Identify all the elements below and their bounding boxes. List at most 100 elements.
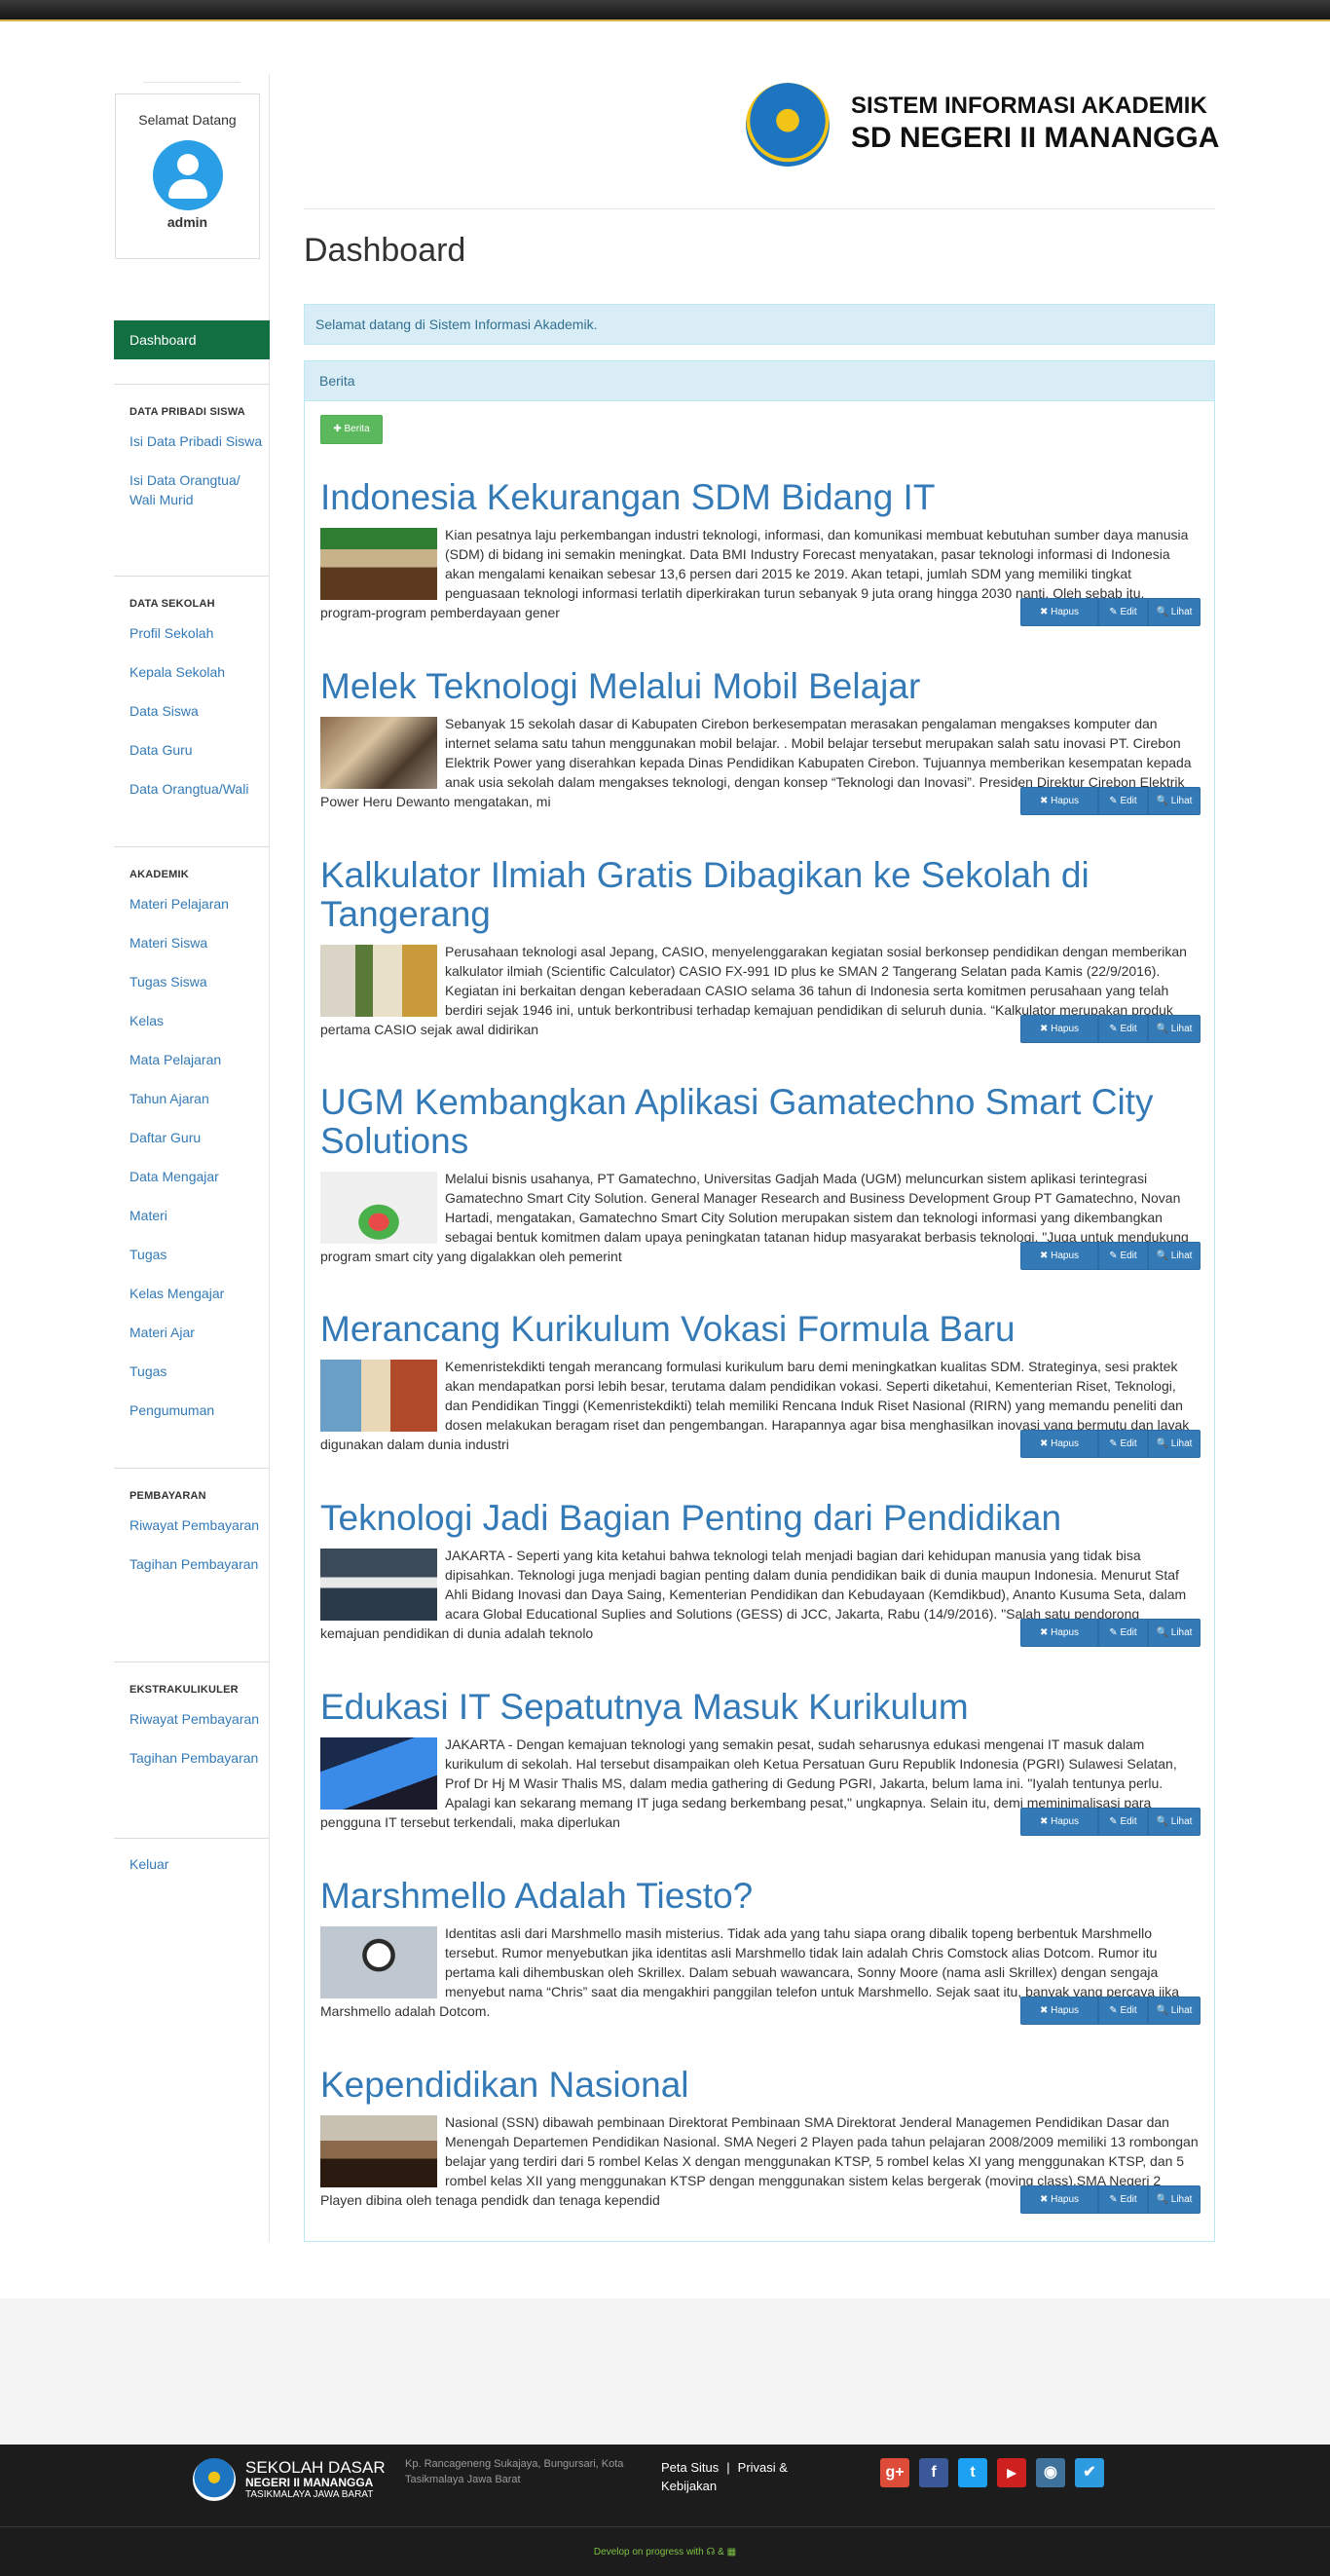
view-button[interactable]: 🔍 Lihat: [1148, 1997, 1201, 2025]
edit-button[interactable]: ✎ Edit: [1098, 1015, 1148, 1043]
sidebar-item-riwayat-pembayaran[interactable]: Riwayat Pembayaran: [114, 1515, 270, 1535]
sidebar-item-tagihan-pembayaran[interactable]: Tagihan Pembayaran: [114, 1554, 270, 1574]
sidebar-item-keluar[interactable]: Keluar: [114, 1854, 270, 1874]
view-button[interactable]: 🔍 Lihat: [1148, 2185, 1201, 2214]
sidebar-item-materi-pelajaran[interactable]: Materi Pelajaran: [114, 894, 270, 914]
news-item: Edukasi IT Sepatutnya Masuk Kurikulum JA…: [320, 1688, 1201, 1836]
delete-button[interactable]: ✖ Hapus: [1020, 1430, 1098, 1458]
sidebar-item-materi[interactable]: Materi: [114, 1206, 270, 1225]
sidebar-item-tugas[interactable]: Tugas: [114, 1245, 270, 1264]
sidebar-item-tugas-2[interactable]: Tugas: [114, 1362, 270, 1381]
edit-button[interactable]: ✎ Edit: [1098, 787, 1148, 815]
view-button[interactable]: 🔍 Lihat: [1148, 787, 1201, 815]
view-button[interactable]: 🔍 Lihat: [1148, 1015, 1201, 1043]
edit-button[interactable]: ✎ Edit: [1098, 1808, 1148, 1836]
sidebar-heading: AKADEMIK: [129, 869, 189, 880]
sidebar-item-kelas-mengajar[interactable]: Kelas Mengajar: [114, 1284, 270, 1303]
social-links: g+ f t ▶ ◉ ✔: [880, 2458, 1114, 2487]
news-item: UGM Kembangkan Aplikasi Gamatechno Smart…: [320, 1083, 1201, 1270]
edit-button[interactable]: ✎ Edit: [1098, 1430, 1148, 1458]
news-title[interactable]: Kependidikan Nasional: [320, 2066, 1201, 2105]
footer-divider: [0, 2526, 1330, 2527]
news-thumbnail: [320, 2115, 437, 2187]
edit-button[interactable]: ✎ Edit: [1098, 1619, 1148, 1647]
news-thumbnail: [320, 1360, 437, 1432]
footer-link-sitemap[interactable]: Peta Situs: [661, 2460, 719, 2475]
news-thumbnail: [320, 528, 437, 600]
news-actions: ✖ Hapus ✎ Edit 🔍 Lihat: [1020, 1242, 1201, 1270]
view-button[interactable]: 🔍 Lihat: [1148, 1619, 1201, 1647]
view-button[interactable]: 🔍 Lihat: [1148, 1242, 1201, 1270]
sidebar-item-kelas[interactable]: Kelas: [114, 1011, 270, 1030]
sidebar-item-materi-ajar[interactable]: Materi Ajar: [114, 1323, 270, 1342]
news-title[interactable]: UGM Kembangkan Aplikasi Gamatechno Smart…: [320, 1083, 1201, 1161]
news-actions: ✖ Hapus ✎ Edit 🔍 Lihat: [1020, 787, 1201, 815]
sidebar-item-isi-data-pribadi-siswa[interactable]: Isi Data Pribadi Siswa: [114, 431, 270, 451]
news-item: Melek Teknologi Melalui Mobil Belajar Se…: [320, 667, 1201, 815]
news-title[interactable]: Edukasi IT Sepatutnya Masuk Kurikulum: [320, 1688, 1201, 1727]
news-item: Kependidikan Nasional Nasional (SSN) dib…: [320, 2066, 1201, 2214]
edit-button[interactable]: ✎ Edit: [1098, 1997, 1148, 2025]
sidebar-item-data-siswa[interactable]: Data Siswa: [114, 701, 270, 721]
delete-button[interactable]: ✖ Hapus: [1020, 1242, 1098, 1270]
sidebar-item-kepala-sekolah[interactable]: Kepala Sekolah: [114, 662, 270, 682]
sidebar-item-pengumuman[interactable]: Pengumuman: [114, 1400, 270, 1420]
news-item: Merancang Kurikulum Vokasi Formula Baru …: [320, 1310, 1201, 1458]
delete-button[interactable]: ✖ Hapus: [1020, 1808, 1098, 1836]
sidebar-item-daftar-guru[interactable]: Daftar Guru: [114, 1128, 270, 1147]
edit-button[interactable]: ✎ Edit: [1098, 1242, 1148, 1270]
news-title[interactable]: Teknologi Jadi Bagian Penting dari Pendi…: [320, 1499, 1201, 1538]
sidebar-top-divider: [143, 82, 240, 83]
sidebar-heading: DATA SEKOLAH: [129, 598, 215, 610]
delicious-icon[interactable]: ✔: [1075, 2458, 1104, 2487]
edit-button[interactable]: ✎ Edit: [1098, 598, 1148, 626]
news-title[interactable]: Kalkulator Ilmiah Gratis Dibagikan ke Se…: [320, 856, 1201, 934]
delete-button[interactable]: ✖ Hapus: [1020, 598, 1098, 626]
sidebar-item-mata-pelajaran[interactable]: Mata Pelajaran: [114, 1050, 270, 1069]
delete-button[interactable]: ✖ Hapus: [1020, 2185, 1098, 2214]
sidebar-item-data-guru[interactable]: Data Guru: [114, 740, 270, 760]
sidebar-group-data-pribadi-siswa: DATA PRIBADI SISWA Isi Data Pribadi Sisw…: [114, 384, 270, 509]
view-button[interactable]: 🔍 Lihat: [1148, 598, 1201, 626]
delete-button[interactable]: ✖ Hapus: [1020, 1015, 1098, 1043]
sidebar-item-ekskul-riwayat-pembayaran[interactable]: Riwayat Pembayaran: [114, 1709, 270, 1729]
header-divider: [304, 208, 1215, 209]
sidebar-item-dashboard[interactable]: Dashboard: [114, 320, 270, 359]
delete-button[interactable]: ✖ Hapus: [1020, 1997, 1098, 2025]
sidebar-item-data-mengajar[interactable]: Data Mengajar: [114, 1167, 270, 1186]
delete-button[interactable]: ✖ Hapus: [1020, 787, 1098, 815]
instagram-icon[interactable]: ◉: [1036, 2458, 1065, 2487]
news-title[interactable]: Merancang Kurikulum Vokasi Formula Baru: [320, 1310, 1201, 1349]
sidebar-item-materi-siswa[interactable]: Materi Siswa: [114, 933, 270, 952]
sidebar-item-isi-data-orangtua[interactable]: Isi Data Orangtua/ Wali Murid: [114, 470, 270, 509]
delete-button[interactable]: ✖ Hapus: [1020, 1619, 1098, 1647]
twitter-icon[interactable]: t: [958, 2458, 987, 2487]
view-button[interactable]: 🔍 Lihat: [1148, 1808, 1201, 1836]
news-actions: ✖ Hapus ✎ Edit 🔍 Lihat: [1020, 1430, 1201, 1458]
news-actions: ✖ Hapus ✎ Edit 🔍 Lihat: [1020, 1015, 1201, 1043]
footer-school-name: SEKOLAH DASAR: [245, 2458, 386, 2477]
page-title: Dashboard: [304, 232, 466, 269]
add-news-button[interactable]: ✚ Berita: [320, 415, 383, 444]
google-plus-icon[interactable]: g+: [880, 2458, 909, 2487]
sidebar-item-ekskul-tagihan-pembayaran[interactable]: Tagihan Pembayaran: [114, 1748, 270, 1768]
news-title[interactable]: Marshmello Adalah Tiesto?: [320, 1877, 1201, 1916]
news-title[interactable]: Melek Teknologi Melalui Mobil Belajar: [320, 667, 1201, 706]
view-button[interactable]: 🔍 Lihat: [1148, 1430, 1201, 1458]
news-actions: ✖ Hapus ✎ Edit 🔍 Lihat: [1020, 1997, 1201, 2025]
sidebar-item-tahun-ajaran[interactable]: Tahun Ajaran: [114, 1089, 270, 1108]
youtube-icon[interactable]: ▶: [997, 2458, 1026, 2487]
sidebar-heading: DATA PRIBADI SISWA: [129, 406, 245, 418]
avatar-icon: [152, 140, 223, 210]
sidebar-heading: PEMBAYARAN: [129, 1490, 206, 1502]
sidebar-item-profil-sekolah[interactable]: Profil Sekolah: [114, 623, 270, 643]
sidebar-group-pembayaran: PEMBAYARAN Riwayat Pembayaran Tagihan Pe…: [114, 1468, 270, 1574]
edit-button[interactable]: ✎ Edit: [1098, 2185, 1148, 2214]
facebook-icon[interactable]: f: [919, 2458, 948, 2487]
sidebar-item-data-orangtua-wali[interactable]: Data Orangtua/Wali: [114, 779, 270, 799]
sidebar-group-akademik: AKADEMIK Materi Pelajaran Materi Siswa T…: [114, 846, 270, 1420]
news-title[interactable]: Indonesia Kekurangan SDM Bidang IT: [320, 478, 1201, 517]
news-thumbnail: [320, 945, 437, 1017]
welcome-text: Selamat Datang: [138, 112, 237, 128]
sidebar-item-tugas-siswa[interactable]: Tugas Siswa: [114, 972, 270, 991]
